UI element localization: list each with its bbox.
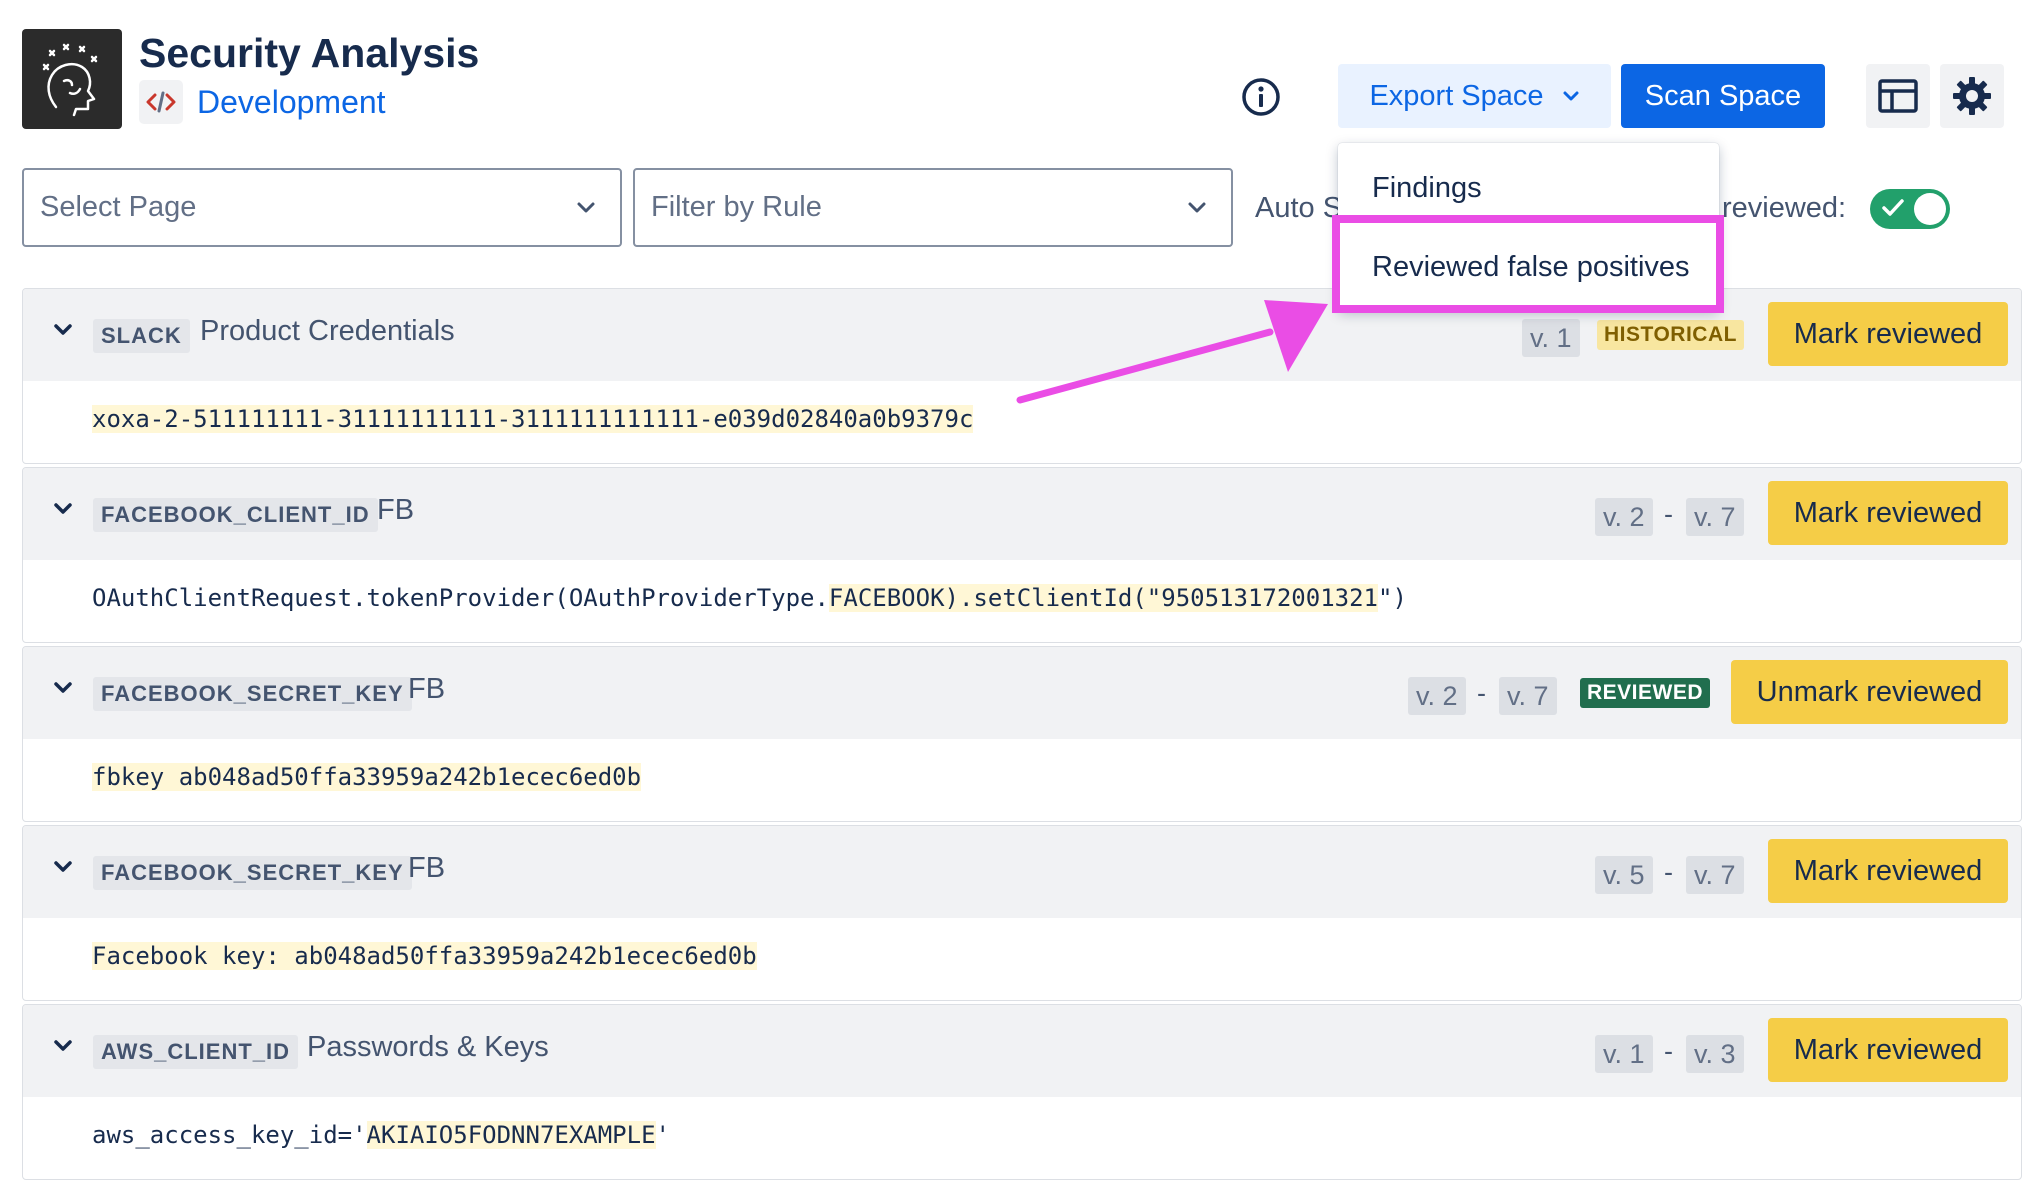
- finding-title: FB: [408, 852, 446, 884]
- secret-snippet: aws_access_key_id='AKIAIO5FODNN7EXAMPLE': [92, 1121, 670, 1149]
- filter-by-rule-dropdown[interactable]: Filter by Rule: [633, 168, 1233, 247]
- finding-title: Passwords & Keys: [307, 1031, 549, 1063]
- historical-tag: HISTORICAL: [1597, 320, 1744, 350]
- snippet-highlight: fbkey ab048ad50ffa33959a242b1ecec6ed0b: [92, 763, 642, 791]
- auto-scan-label: Auto S: [1255, 192, 1343, 224]
- finding-header[interactable]: FACEBOOK_CLIENT_ID FB v. 2 - v. 7 Mark r…: [23, 468, 2021, 560]
- finding-title: Product Credentials: [200, 315, 455, 347]
- chevron-down-icon[interactable]: [53, 1039, 73, 1053]
- app-title: Security Analysis: [139, 30, 480, 76]
- select-page-placeholder: Select Page: [40, 191, 197, 223]
- chevron-down-icon[interactable]: [53, 502, 73, 516]
- finding-card: FACEBOOK_SECRET_KEY FB v. 2 - v. 7 REVIE…: [22, 646, 2022, 822]
- version-from-badge: v. 2: [1595, 498, 1653, 536]
- space-name[interactable]: Development: [197, 84, 386, 121]
- checkmark-icon: [1882, 199, 1904, 216]
- version-to-badge: v. 3: [1686, 1035, 1744, 1073]
- export-space-label: Export Space: [1369, 79, 1544, 112]
- version-to-badge: v. 7: [1499, 677, 1557, 715]
- scan-space-button[interactable]: Scan Space: [1621, 64, 1825, 128]
- chevron-down-icon: [577, 202, 595, 212]
- show-reviewed-label: reviewed:: [1722, 192, 1847, 224]
- snippet-highlight: AKIAIO5FODNN7EXAMPLE: [366, 1121, 656, 1149]
- snippet-highlight: Facebook key: ab048ad50ffa33959a242b1ece…: [92, 942, 757, 970]
- annotation-highlight-box: [1332, 215, 1724, 313]
- mark-reviewed-button[interactable]: Mark reviewed: [1768, 1018, 2008, 1082]
- snippet-text: "): [1378, 584, 1407, 612]
- version-from-badge: v. 2: [1408, 677, 1466, 715]
- chevron-down-icon[interactable]: [53, 681, 73, 695]
- rule-badge: SLACK: [93, 319, 190, 353]
- rule-badge: FACEBOOK_CLIENT_ID: [93, 498, 378, 532]
- settings-button[interactable]: [1940, 64, 2004, 128]
- version-from-badge: v. 1: [1595, 1035, 1653, 1073]
- finding-title: FB: [377, 494, 415, 526]
- mark-reviewed-button[interactable]: Mark reviewed: [1768, 481, 2008, 545]
- info-icon[interactable]: [1240, 76, 1282, 118]
- version-badge: v. 1: [1522, 319, 1580, 357]
- snippet-text: OAuthClientRequest.tokenProvider(OAuthPr…: [92, 584, 829, 612]
- layout-panel-button[interactable]: [1866, 64, 1930, 128]
- rule-badge: FACEBOOK_SECRET_KEY: [93, 856, 412, 890]
- unmark-reviewed-button[interactable]: Unmark reviewed: [1731, 660, 2008, 724]
- version-range-dash: -: [1664, 857, 1673, 887]
- mark-reviewed-button[interactable]: Mark reviewed: [1768, 302, 2008, 366]
- version-to-badge: v. 7: [1686, 498, 1744, 536]
- chevron-down-icon[interactable]: [53, 323, 73, 337]
- version-range-dash: -: [1477, 678, 1486, 708]
- chevron-down-icon[interactable]: [53, 860, 73, 874]
- version-range-dash: -: [1664, 1036, 1673, 1066]
- sidebar-layout-icon: [1878, 79, 1918, 113]
- space-link[interactable]: Development: [139, 80, 386, 124]
- chevron-down-icon: [1563, 91, 1579, 101]
- snippet-text: aws_access_key_id=': [92, 1121, 367, 1149]
- show-reviewed-toggle[interactable]: [1870, 189, 1950, 229]
- mark-reviewed-button[interactable]: Mark reviewed: [1768, 839, 2008, 903]
- head-sparkle-icon: [42, 43, 98, 117]
- secret-snippet: fbkey ab048ad50ffa33959a242b1ecec6ed0b: [92, 763, 642, 791]
- finding-card: AWS_CLIENT_ID Passwords & Keys v. 1 - v.…: [22, 1004, 2022, 1180]
- select-page-dropdown[interactable]: Select Page: [22, 168, 622, 247]
- secret-snippet: OAuthClientRequest.tokenProvider(OAuthPr…: [92, 584, 1407, 612]
- gear-icon: [1953, 77, 1991, 115]
- rule-badge: FACEBOOK_SECRET_KEY: [93, 677, 412, 711]
- annotation-arrow-icon: [1016, 300, 1328, 404]
- finding-header[interactable]: AWS_CLIENT_ID Passwords & Keys v. 1 - v.…: [23, 1005, 2021, 1097]
- filter-by-rule-placeholder: Filter by Rule: [651, 191, 822, 223]
- secret-snippet: xoxa-2-511111111-31111111111-31111111111…: [92, 405, 974, 433]
- finding-header[interactable]: FACEBOOK_SECRET_KEY FB v. 2 - v. 7 REVIE…: [23, 647, 2021, 739]
- finding-card: FACEBOOK_CLIENT_ID FB v. 2 - v. 7 Mark r…: [22, 467, 2022, 643]
- toggle-knob: [1914, 193, 1946, 225]
- chevron-down-icon: [1188, 202, 1206, 212]
- snippet-highlight: FACEBOOK).setClientId("950513172001321: [828, 584, 1378, 612]
- snippet-highlight: xoxa-2-511111111-31111111111-31111111111…: [92, 405, 974, 433]
- snippet-text: ': [655, 1121, 670, 1149]
- rule-badge: AWS_CLIENT_ID: [93, 1035, 299, 1069]
- version-to-badge: v. 7: [1686, 856, 1744, 894]
- reviewed-tag: REVIEWED: [1580, 678, 1711, 708]
- app-logo: [22, 29, 122, 129]
- export-space-button[interactable]: Export Space: [1338, 64, 1611, 128]
- finding-title: FB: [408, 673, 446, 705]
- finding-header[interactable]: FACEBOOK_SECRET_KEY FB v. 5 - v. 7 Mark …: [23, 826, 2021, 918]
- secret-snippet: Facebook key: ab048ad50ffa33959a242b1ece…: [92, 942, 757, 970]
- version-range-dash: -: [1664, 499, 1673, 529]
- version-from-badge: v. 5: [1595, 856, 1653, 894]
- finding-card: FACEBOOK_SECRET_KEY FB v. 5 - v. 7 Mark …: [22, 825, 2022, 1001]
- code-icon: [139, 80, 183, 124]
